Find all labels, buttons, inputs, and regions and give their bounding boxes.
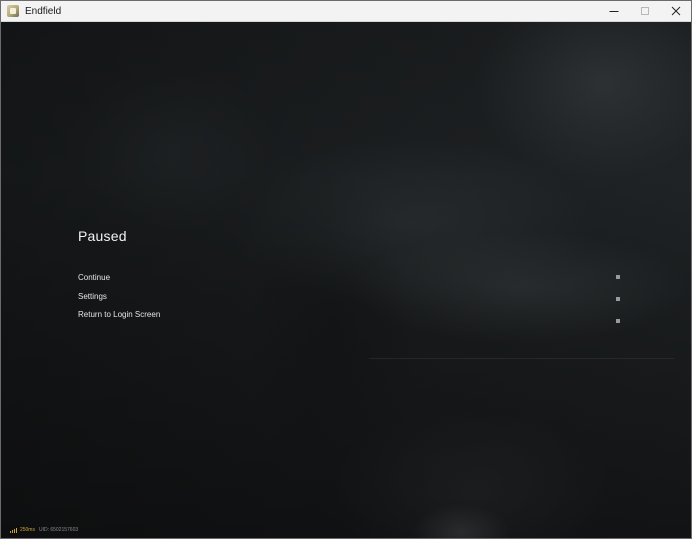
- endfield-app-icon: [7, 5, 19, 17]
- settings-label: Settings: [78, 291, 107, 301]
- continue-label: Continue: [78, 273, 111, 282]
- return-to-login-menu-item[interactable]: Return to Login Screen: [78, 308, 623, 326]
- game-viewport: Paused Continue Settings Return to Login…: [1, 22, 691, 538]
- close-icon: [671, 6, 680, 16]
- pause-menu: Continue Settings Return to Login Screen: [78, 271, 623, 327]
- menu-marker-icon: [616, 296, 620, 301]
- game-window: Endfield Paused Continue Settings Return…: [0, 0, 692, 539]
- menu-marker-icon: [616, 319, 620, 323]
- uid-readout: UID: 6502157603: [38, 527, 79, 533]
- window-title: Endfield: [25, 5, 62, 17]
- signal-strength-icon: [10, 528, 18, 533]
- window-controls: [598, 1, 691, 21]
- latency-readout: 250ms: [19, 527, 35, 533]
- settings-menu-item[interactable]: Settings: [78, 290, 623, 308]
- maximize-button[interactable]: [629, 1, 660, 21]
- minimize-button[interactable]: [598, 1, 629, 21]
- return-to-login-label: Return to Login Screen: [78, 310, 161, 319]
- minimize-icon: [609, 11, 618, 12]
- background-divider: [369, 358, 674, 359]
- menu-marker-icon: [616, 275, 620, 279]
- continue-menu-item[interactable]: Continue: [78, 271, 623, 289]
- network-status: 250ms UID: 6502157603: [10, 527, 78, 533]
- maximize-icon: [640, 7, 649, 15]
- close-button[interactable]: [660, 1, 691, 21]
- window-title-bar[interactable]: Endfield: [1, 1, 691, 22]
- pause-title: Paused: [78, 228, 127, 244]
